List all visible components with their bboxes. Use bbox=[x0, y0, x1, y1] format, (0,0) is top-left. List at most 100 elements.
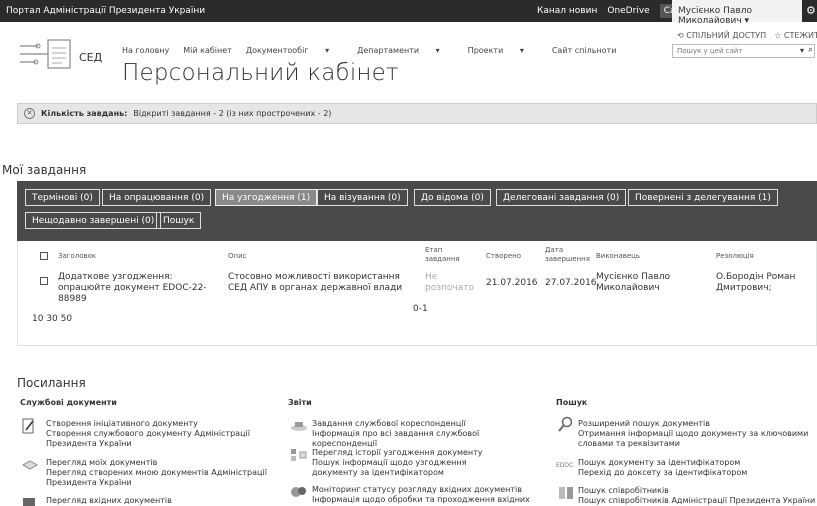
link-desc: Пошук інформації щодо узгодження докумен… bbox=[312, 458, 467, 477]
link-my-documents[interactable]: Перегляд моїх документів Перегляд створе… bbox=[46, 458, 286, 488]
link-incoming-documents[interactable]: Перегляд вхідних документів bbox=[46, 496, 172, 506]
link-title: Перегляд історії узгодження документу bbox=[312, 448, 483, 457]
logo-text: СЕД bbox=[79, 51, 103, 64]
tasks-section-title: Мої завдання bbox=[2, 163, 87, 177]
link-title: Завдання службової кореспонденції bbox=[312, 419, 466, 428]
nav-my-cabinet[interactable]: Мій кабінет bbox=[183, 46, 232, 55]
people-icon bbox=[559, 487, 573, 499]
link-advanced-search[interactable]: Розширений пошук документів Отримання ін… bbox=[578, 419, 816, 449]
tab-for-info[interactable]: До відома (0) bbox=[414, 189, 491, 206]
task-due: 27.07.2016 bbox=[545, 278, 597, 288]
link-create-initiative-doc[interactable]: Створення ініціативного документу Створе… bbox=[46, 419, 276, 449]
nav-departments-label: Департаменти bbox=[357, 46, 420, 55]
tab-visa[interactable]: На візування (0) bbox=[317, 189, 408, 206]
tasks-grid: Заголовок Опис Етап завдання Створено Да… bbox=[17, 241, 817, 346]
gear-icon[interactable]: ⚙ bbox=[806, 4, 816, 17]
close-icon[interactable]: ✕ bbox=[24, 108, 35, 119]
link-title: Розширений пошук документів bbox=[578, 419, 710, 428]
follow-label: СТЕЖИТИ bbox=[783, 31, 817, 40]
share-label: СПІЛЬНИЙ ДОСТУП bbox=[686, 31, 767, 40]
links-col-reports: Звіти bbox=[288, 398, 312, 407]
row-checkbox[interactable] bbox=[40, 277, 48, 285]
tab-urgent[interactable]: Термінові (0) bbox=[25, 189, 100, 206]
link-desc: Інформація щодо обробки та проходження в… bbox=[312, 495, 530, 506]
link-desc: Перегляд створених мною документів Адмін… bbox=[46, 468, 267, 487]
chevron-down-icon: ▾ bbox=[517, 46, 524, 55]
star-icon: ☆ bbox=[774, 31, 784, 40]
monitoring-icon bbox=[291, 487, 306, 497]
top-navigation: На головну Мій кабінет Документообіг ▾ Д… bbox=[122, 46, 630, 55]
task-description: Стосовно можливості використання СЕД АПУ… bbox=[228, 272, 403, 293]
nav-home[interactable]: На головну bbox=[122, 46, 169, 55]
nav-departments[interactable]: Департаменти ▾ bbox=[357, 46, 454, 55]
link-correspondence-tasks[interactable]: Завдання службової кореспонденції Інформ… bbox=[312, 419, 542, 449]
share-follow-row: ⟲ СПІЛЬНИЙ ДОСТУП ☆ СТЕЖИТИ bbox=[677, 31, 817, 40]
documents-stack-icon bbox=[22, 460, 38, 470]
task-count-notice: ✕ Кількість завдань: Відкриті завдання -… bbox=[17, 103, 817, 124]
magnifier-icon bbox=[558, 416, 573, 432]
portal-title[interactable]: Портал Адміністрації Президента України bbox=[6, 6, 205, 16]
tab-search[interactable]: Пошук bbox=[156, 212, 202, 229]
col-header-created[interactable]: Створено bbox=[486, 252, 521, 261]
link-desc: Створення службового документу Адміністр… bbox=[46, 429, 250, 448]
col-header-stage[interactable]: Етап завдання bbox=[425, 246, 475, 264]
suite-bar: Портал Адміністрації Президента України … bbox=[0, 0, 817, 26]
task-created: 21.07.2016 bbox=[486, 278, 538, 288]
link-incoming-status-monitoring[interactable]: Моніторинг статусу розгляду вхідних доку… bbox=[312, 485, 552, 506]
chevron-down-icon: ▾ bbox=[741, 16, 750, 26]
search-placeholder: Пошук у цей сайт bbox=[677, 47, 743, 55]
pager-range: 0-1 bbox=[413, 304, 428, 314]
link-title: Перегляд моїх документів bbox=[46, 458, 158, 467]
task-title-link[interactable]: Додаткове узгодження: опрацюйте документ… bbox=[58, 272, 228, 305]
link-title: Пошук співробітників bbox=[578, 486, 669, 495]
tab-delegated[interactable]: Делеговані завдання (0) bbox=[496, 189, 627, 206]
tab-recently-completed[interactable]: Нещодавно завершені (0) bbox=[25, 212, 162, 229]
user-menu[interactable]: Мусієнко Павло Миколайович ▾ bbox=[672, 0, 802, 26]
link-approval-history[interactable]: Перегляд історії узгодження документу По… bbox=[312, 448, 512, 478]
news-link[interactable]: Канал новин bbox=[537, 6, 597, 18]
links-col-official-docs: Службові документи bbox=[20, 398, 117, 407]
tab-processing[interactable]: На опрацювання (0) bbox=[102, 189, 212, 206]
col-header-resolution[interactable]: Резолюція bbox=[716, 252, 754, 261]
history-icon bbox=[291, 449, 307, 461]
col-header-title[interactable]: Заголовок bbox=[58, 252, 96, 261]
nav-docflow[interactable]: Документообіг ▾ bbox=[246, 46, 343, 55]
task-executor: Мусієнко Павло Миколайович bbox=[596, 272, 671, 293]
col-header-desc[interactable]: Опис bbox=[228, 252, 246, 261]
task-count-text: Відкриті завдання - 2 (із них прострочен… bbox=[133, 109, 332, 118]
link-search-by-id[interactable]: Пошук документу за ідентифікатором Перех… bbox=[578, 458, 808, 478]
tab-approval[interactable]: На узгодження (1) bbox=[215, 189, 318, 206]
chevron-down-icon: ▾ bbox=[322, 46, 330, 55]
task-stage: Не розпочато bbox=[425, 272, 474, 293]
chevron-down-icon[interactable]: ▾ bbox=[800, 46, 804, 55]
share-icon: ⟲ bbox=[677, 31, 687, 40]
share-button[interactable]: ⟲ СПІЛЬНИЙ ДОСТУП bbox=[677, 31, 766, 40]
edoc-icon: EDOC bbox=[556, 462, 574, 469]
nav-projects[interactable]: Проекти ▾ bbox=[468, 46, 538, 55]
tab-returned[interactable]: Повернені з делегування (1) bbox=[628, 189, 778, 206]
link-employee-search[interactable]: Пошук співробітників Пошук співробітникі… bbox=[578, 486, 816, 506]
onedrive-link[interactable]: OneDrive bbox=[607, 6, 649, 18]
link-title: Пошук документу за ідентифікатором bbox=[578, 458, 741, 467]
page-title: Персональний кабінет bbox=[122, 60, 399, 86]
select-all-checkbox[interactable] bbox=[40, 252, 48, 260]
nav-docflow-label: Документообіг bbox=[245, 46, 309, 55]
page-size-options[interactable]: 10 30 50 bbox=[32, 314, 72, 325]
task-count-label: Кількість завдань: bbox=[41, 109, 128, 118]
link-title: Моніторинг статусу розгляду вхідних доку… bbox=[312, 485, 522, 494]
search-icon[interactable]: ⌕ bbox=[808, 45, 813, 55]
task-tabs: Термінові (0) На опрацювання (0) На узго… bbox=[17, 181, 817, 241]
link-desc: Інформація про всі завдання службової ко… bbox=[312, 429, 480, 448]
col-header-executor[interactable]: Виконавець bbox=[596, 252, 640, 261]
links-section-title: Посилання bbox=[17, 376, 86, 390]
site-search-input[interactable]: Пошук у цей сайт ▾ ⌕ bbox=[672, 44, 815, 58]
link-title: Створення ініціативного документу bbox=[46, 419, 198, 428]
task-resolution: О.Бородін Роман Дмитрович; bbox=[716, 272, 796, 293]
inbox-icon bbox=[23, 498, 35, 506]
pencil-icon bbox=[22, 418, 34, 434]
col-header-due[interactable]: Дата завершення bbox=[545, 246, 595, 264]
nav-projects-label: Проекти bbox=[467, 46, 504, 55]
nav-community-site[interactable]: Сайт спільноти bbox=[552, 46, 617, 55]
follow-button[interactable]: ☆ СТЕЖИТИ bbox=[774, 31, 817, 40]
chevron-down-icon: ▾ bbox=[433, 46, 440, 55]
